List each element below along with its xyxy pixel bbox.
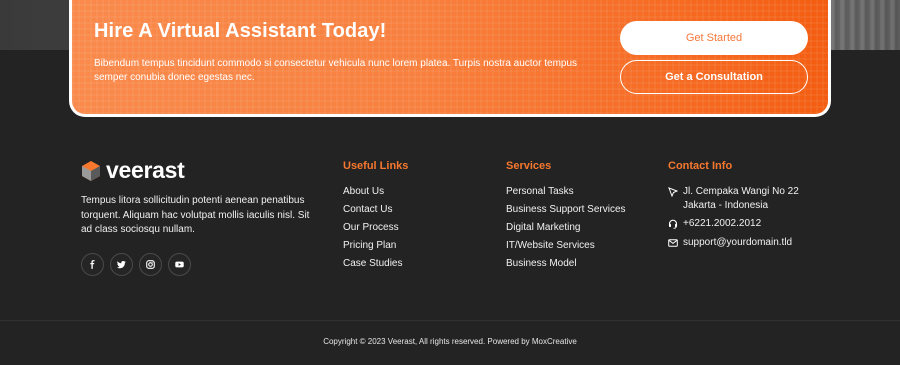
service-link-personal-tasks[interactable]: Personal Tasks [506,185,626,203]
cta-description: Bibendum tempus tincidunt commodo si con… [94,58,578,83]
service-link-business-model[interactable]: Business Model [506,257,626,275]
social-links [81,253,191,276]
logo[interactable]: veerast [81,157,321,184]
services-column: Services Personal Tasks Business Support… [506,160,626,275]
get-consultation-button[interactable]: Get a Consultation [620,60,808,94]
instagram-icon [146,260,155,269]
address-line-1: Jl. Cempaka Wangi No 22 [683,186,799,197]
brand-description: Tempus litora sollicitudin potenti aenea… [81,195,310,235]
service-link-digital-marketing[interactable]: Digital Marketing [506,221,626,239]
facebook-icon [90,260,95,269]
footer-divider [0,320,900,321]
cta-banner: Hire A Virtual Assistant Today! Bibendum… [69,0,831,117]
contact-email: support@yourdomain.tld [668,236,799,250]
get-started-button[interactable]: Get Started [620,21,808,55]
footer-link-our-process[interactable]: Our Process [343,221,408,239]
location-arrow-icon [668,187,678,197]
footer-link-case-studies[interactable]: Case Studies [343,257,408,275]
twitter-icon [117,260,126,269]
youtube-icon [175,261,184,268]
brand-column: veerast Tempus litora sollicitudin poten… [81,157,321,238]
contact-phone: +6221.2002.2012 [668,217,799,231]
copyright-text: Copyright © 2023 Veerast, All rights res… [323,337,577,346]
services-title: Services [506,160,552,172]
footer-link-contact-us[interactable]: Contact Us [343,203,408,221]
headset-icon [668,219,678,229]
envelope-icon [668,238,678,247]
footer-link-about-us[interactable]: About Us [343,185,408,203]
phone-number[interactable]: +6221.2002.2012 [683,217,761,231]
contact-address: Jl. Cempaka Wangi No 22 Jakarta - Indone… [668,185,799,212]
footer-link-pricing-plan[interactable]: Pricing Plan [343,239,408,257]
service-link-business-support[interactable]: Business Support Services [506,203,626,221]
facebook-link[interactable] [81,253,104,276]
instagram-link[interactable] [139,253,162,276]
twitter-link[interactable] [110,253,133,276]
useful-links-column: Useful Links About Us Contact Us Our Pro… [343,160,408,275]
useful-links-title: Useful Links [343,160,409,172]
logo-text: veerast [106,157,185,183]
email-address[interactable]: support@yourdomain.tld [683,236,792,250]
youtube-link[interactable] [168,253,191,276]
address-line-2: Jakarta - Indonesia [683,199,769,211]
logo-icon [82,160,100,181]
contact-info-column: Contact Info Jl. Cempaka Wangi No 22 Jak… [668,160,799,254]
service-link-it-website[interactable]: IT/Website Services [506,239,626,257]
contact-info-title: Contact Info [668,160,733,172]
cta-title: Hire A Virtual Assistant Today! [94,20,387,42]
